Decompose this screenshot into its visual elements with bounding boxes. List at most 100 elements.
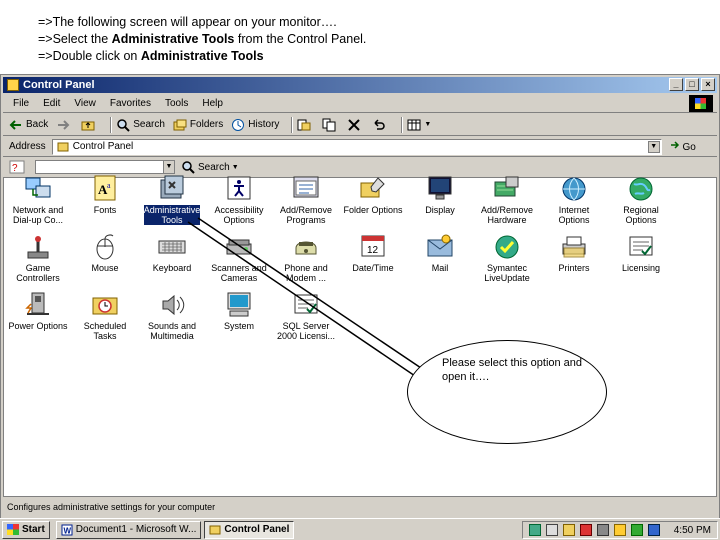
copy-to-button[interactable] bbox=[322, 118, 339, 132]
menu-favorites[interactable]: Favorites bbox=[110, 98, 151, 109]
control-panel-icon bbox=[7, 79, 19, 91]
search-go-button[interactable]: Search ▼ bbox=[181, 160, 239, 174]
date-time-icon: 12 bbox=[358, 232, 388, 260]
item-label: Scanners and Cameras bbox=[211, 263, 267, 283]
task-word-document[interactable]: W Document1 - Microsoft W... bbox=[55, 520, 202, 539]
window-title: Control Panel bbox=[23, 79, 95, 91]
control-panel-item-network[interactable]: Network and Dial-up Co... bbox=[4, 174, 72, 225]
menu-help[interactable]: Help bbox=[202, 98, 223, 109]
sql-server-icon bbox=[291, 290, 321, 318]
control-panel-item-mouse[interactable]: Mouse bbox=[71, 232, 139, 273]
svg-text:W: W bbox=[63, 526, 71, 535]
scheduler-tray-icon[interactable] bbox=[563, 524, 575, 536]
go-label: Go bbox=[682, 142, 696, 153]
control-panel-item-printers[interactable]: Printers bbox=[540, 232, 608, 273]
control-panel-item-licensing[interactable]: Licensing bbox=[607, 232, 675, 273]
start-label: Start bbox=[22, 524, 45, 535]
control-panel-item-add-remove-hardware[interactable]: Add/Remove Hardware bbox=[473, 174, 541, 225]
search-history-dropdown-icon[interactable]: ▼ bbox=[163, 161, 174, 173]
messenger-tray-icon[interactable] bbox=[631, 524, 643, 536]
item-label: Regional Options bbox=[623, 205, 659, 225]
sounds-icon bbox=[157, 290, 187, 318]
delete-icon bbox=[348, 118, 361, 131]
close-button[interactable]: × bbox=[701, 78, 715, 91]
search-go-label: Search bbox=[198, 161, 230, 173]
folders-button[interactable]: Folders bbox=[173, 118, 223, 132]
search-icon bbox=[117, 118, 130, 132]
control-panel-item-scheduled-tasks[interactable]: Scheduled Tasks bbox=[71, 290, 139, 341]
control-panel-task-icon bbox=[209, 525, 221, 534]
item-label: Internet Options bbox=[558, 205, 590, 225]
monitor-tray-icon[interactable] bbox=[648, 524, 660, 536]
undo-button[interactable] bbox=[372, 118, 389, 132]
control-panel-item-keyboard[interactable]: Keyboard bbox=[138, 232, 206, 273]
address-dropdown-icon[interactable]: ▼ bbox=[647, 140, 660, 153]
menu-edit[interactable]: Edit bbox=[43, 98, 60, 109]
control-panel-item-regional-options[interactable]: Regional Options bbox=[607, 174, 675, 225]
item-label: Display bbox=[425, 205, 455, 215]
control-panel-item-mail[interactable]: Mail bbox=[406, 232, 474, 273]
minimize-button[interactable]: _ bbox=[669, 78, 683, 91]
back-button[interactable]: Back bbox=[9, 118, 48, 132]
undo-icon bbox=[374, 118, 386, 130]
network-tray-icon[interactable] bbox=[529, 524, 541, 536]
address-field[interactable]: Control Panel ▼ bbox=[51, 138, 662, 155]
task-control-panel[interactable]: Control Panel bbox=[204, 520, 295, 539]
start-button[interactable]: Start bbox=[2, 520, 50, 539]
up-button[interactable] bbox=[81, 118, 98, 132]
control-panel-item-date-time[interactable]: 12 Date/Time bbox=[339, 232, 407, 273]
control-panel-item-power-options[interactable]: Power Options bbox=[4, 290, 72, 331]
clock[interactable]: 4:50 PM bbox=[674, 525, 711, 536]
instruction-text: from the Control Panel. bbox=[234, 32, 367, 46]
address-bar: Address Control Panel ▼ Go bbox=[3, 137, 717, 157]
go-button[interactable]: Go bbox=[670, 140, 696, 153]
phone-modem-icon bbox=[291, 232, 321, 260]
forward-button[interactable] bbox=[56, 118, 73, 132]
control-panel-item-sql-server[interactable]: SQL Server 2000 Licensi... bbox=[272, 290, 340, 341]
search-button[interactable]: Search bbox=[116, 118, 165, 132]
menu-file[interactable]: File bbox=[13, 98, 29, 109]
item-label: Keyboard bbox=[152, 263, 192, 273]
views-button[interactable]: ▼ bbox=[407, 118, 431, 132]
control-panel-item-admin-tools[interactable]: Administrative Tools bbox=[138, 174, 206, 225]
printer-tray-icon[interactable] bbox=[546, 524, 558, 536]
move-to-button[interactable] bbox=[297, 118, 314, 132]
svg-text:?: ? bbox=[12, 163, 18, 174]
control-panel-item-internet-options[interactable]: Internet Options bbox=[540, 174, 608, 225]
standard-toolbar: Back Search Folders History ▼ bbox=[3, 114, 717, 136]
accessibility-icon bbox=[224, 174, 254, 202]
control-panel-item-folder-options[interactable]: Folder Options bbox=[339, 174, 407, 215]
delete-button[interactable] bbox=[347, 118, 364, 132]
control-panel-item-symantec[interactable]: Symantec LiveUpdate bbox=[473, 232, 541, 283]
menu-tools[interactable]: Tools bbox=[165, 98, 188, 109]
control-panel-item-scanners[interactable]: Scanners and Cameras bbox=[205, 232, 273, 283]
item-label: Game Controllers bbox=[16, 263, 60, 283]
control-panel-item-add-remove-programs[interactable]: Add/Remove Programs bbox=[272, 174, 340, 225]
control-panel-item-game-controllers[interactable]: Game Controllers bbox=[4, 232, 72, 283]
control-panel-item-sounds[interactable]: Sounds and Multimedia bbox=[138, 290, 206, 341]
search-input[interactable]: ▼ bbox=[35, 160, 175, 174]
menu-view[interactable]: View bbox=[74, 98, 96, 109]
svg-text:a: a bbox=[107, 181, 111, 190]
control-panel-item-display[interactable]: Display bbox=[406, 174, 474, 215]
folders-label: Folders bbox=[189, 119, 224, 130]
word-icon: W bbox=[61, 524, 73, 535]
history-button[interactable]: History bbox=[231, 118, 279, 132]
control-panel-item-phone-modem[interactable]: Phone and Modem ... bbox=[272, 232, 340, 283]
control-panel-small-icon bbox=[57, 142, 69, 151]
title-bar[interactable]: Control Panel _ □ × bbox=[3, 77, 717, 93]
item-label: Sounds and Multimedia bbox=[147, 321, 197, 341]
control-panel-item-system[interactable]: System bbox=[205, 290, 273, 331]
address-label: Address bbox=[9, 141, 46, 152]
maximize-button[interactable]: □ bbox=[685, 78, 699, 91]
volume-tray-icon[interactable] bbox=[597, 524, 609, 536]
item-label: Mouse bbox=[91, 263, 119, 273]
search-provider-icon[interactable]: ? bbox=[9, 160, 27, 174]
control-panel-item-fonts[interactable]: Aa Fonts bbox=[71, 174, 139, 215]
control-panel-item-accessibility[interactable]: Accessibility Options bbox=[205, 174, 273, 225]
keyboard-icon bbox=[157, 232, 187, 260]
instructions: =>The following screen will appear on yo… bbox=[38, 14, 366, 65]
antivirus-tray-icon[interactable] bbox=[580, 524, 592, 536]
search-icon bbox=[182, 161, 195, 174]
update-tray-icon[interactable] bbox=[614, 524, 626, 536]
